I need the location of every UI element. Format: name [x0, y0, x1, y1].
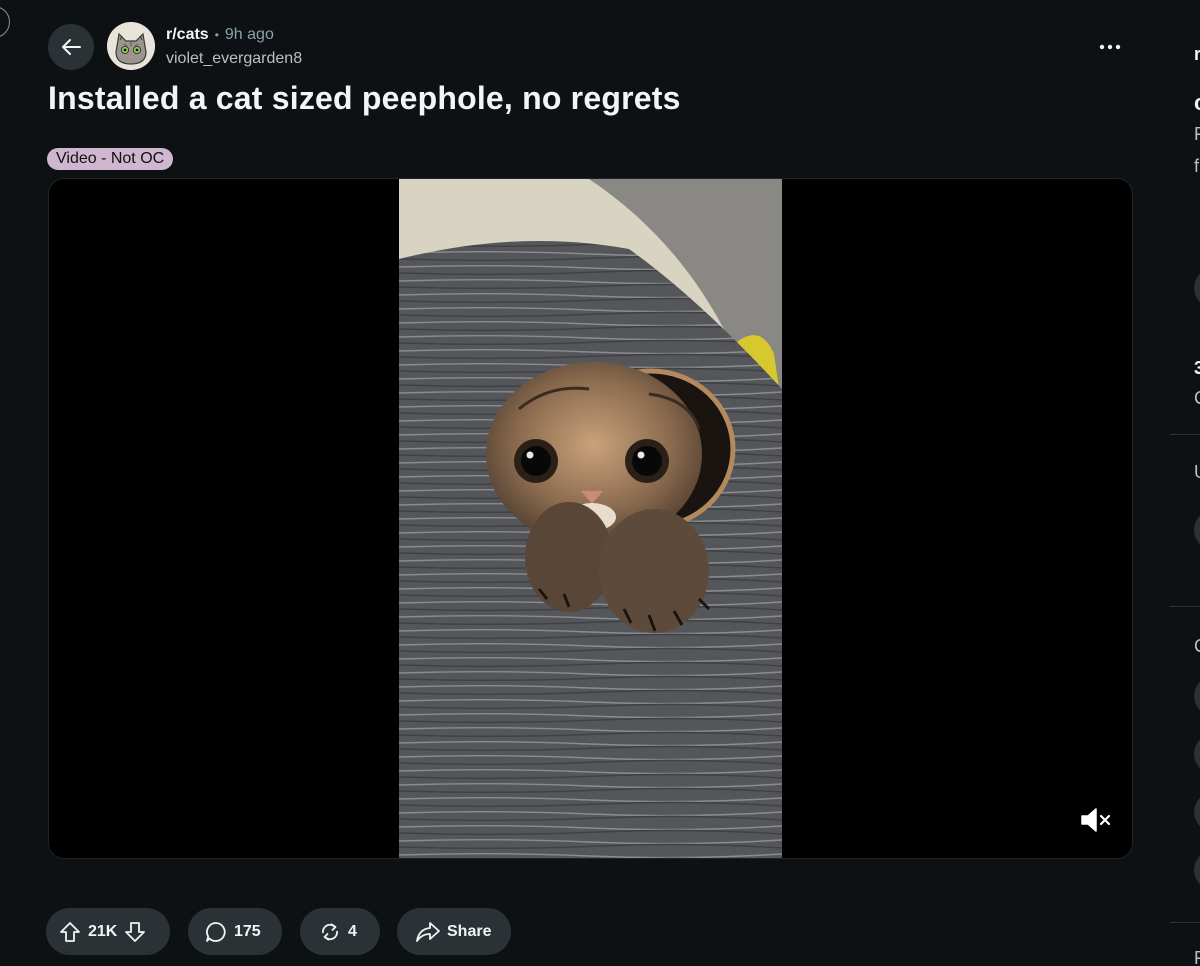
sidebar-avatar[interactable]	[1194, 850, 1200, 890]
sidebar-fragment: c	[1194, 90, 1200, 116]
more-options-button[interactable]	[1088, 30, 1132, 64]
share-button[interactable]: Share	[397, 908, 511, 955]
arrow-down-icon[interactable]	[123, 920, 147, 944]
subreddit-avatar[interactable]	[107, 22, 155, 70]
meta-separator: •	[214, 28, 219, 42]
post-meta: r/cats • 9h ago	[166, 26, 274, 44]
comments-button[interactable]: 175	[188, 908, 282, 955]
sidebar-fragment: 3	[1194, 358, 1200, 378]
arrow-left-icon	[60, 36, 82, 58]
clipped-circle-icon[interactable]	[0, 6, 10, 38]
more-horizontal-icon	[1099, 44, 1121, 50]
cat-video-frame[interactable]	[399, 179, 782, 858]
sidebar-divider	[1170, 922, 1200, 923]
sidebar-button[interactable]	[1194, 268, 1200, 308]
sidebar-avatar[interactable]	[1194, 510, 1200, 550]
cat-avatar-icon	[107, 22, 155, 70]
vote-group: 21K	[46, 908, 170, 955]
post-page: r/cats • 9h ago violet_evergarden8 Insta…	[0, 0, 1200, 966]
post-flair[interactable]: Video - Not OC	[47, 148, 174, 170]
crosspost-button[interactable]: 4	[300, 908, 380, 955]
sidebar-divider	[1170, 606, 1200, 607]
sidebar-divider	[1170, 434, 1200, 435]
post-age: 9h ago	[224, 26, 274, 43]
mute-toggle-button[interactable]	[1080, 806, 1114, 834]
post-title: Installed a cat sized peephole, no regre…	[48, 80, 681, 116]
crosspost-icon	[318, 920, 342, 944]
video-player[interactable]	[48, 178, 1133, 859]
sidebar-fragment: C	[1194, 636, 1200, 657]
sidebar-avatar[interactable]	[1194, 676, 1200, 716]
subreddit-link[interactable]: r/cats	[166, 26, 209, 44]
comment-bubble-icon	[204, 920, 228, 944]
muted-speaker-icon	[1080, 807, 1114, 833]
sidebar-fragment: r	[1194, 44, 1200, 64]
vote-count: 21K	[88, 922, 118, 940]
sidebar-fragment: F	[1194, 948, 1200, 966]
sidebar-avatar[interactable]	[1194, 792, 1200, 832]
cat-peephole-image	[399, 179, 782, 858]
share-arrow-icon	[415, 920, 441, 944]
right-sidebar: r c F f 3 C U C F	[1170, 0, 1200, 966]
sidebar-fragment: f	[1194, 156, 1200, 176]
comment-count: 175	[234, 922, 261, 940]
sidebar-fragment: C	[1194, 388, 1200, 409]
sidebar-fragment: F	[1194, 124, 1200, 144]
back-button[interactable]	[48, 24, 94, 70]
sidebar-avatar[interactable]	[1194, 734, 1200, 774]
arrow-up-icon[interactable]	[58, 920, 82, 944]
crosspost-count: 4	[348, 922, 357, 940]
author-link[interactable]: violet_evergarden8	[166, 50, 302, 68]
share-label: Share	[447, 922, 492, 940]
sidebar-fragment: U	[1194, 462, 1200, 483]
